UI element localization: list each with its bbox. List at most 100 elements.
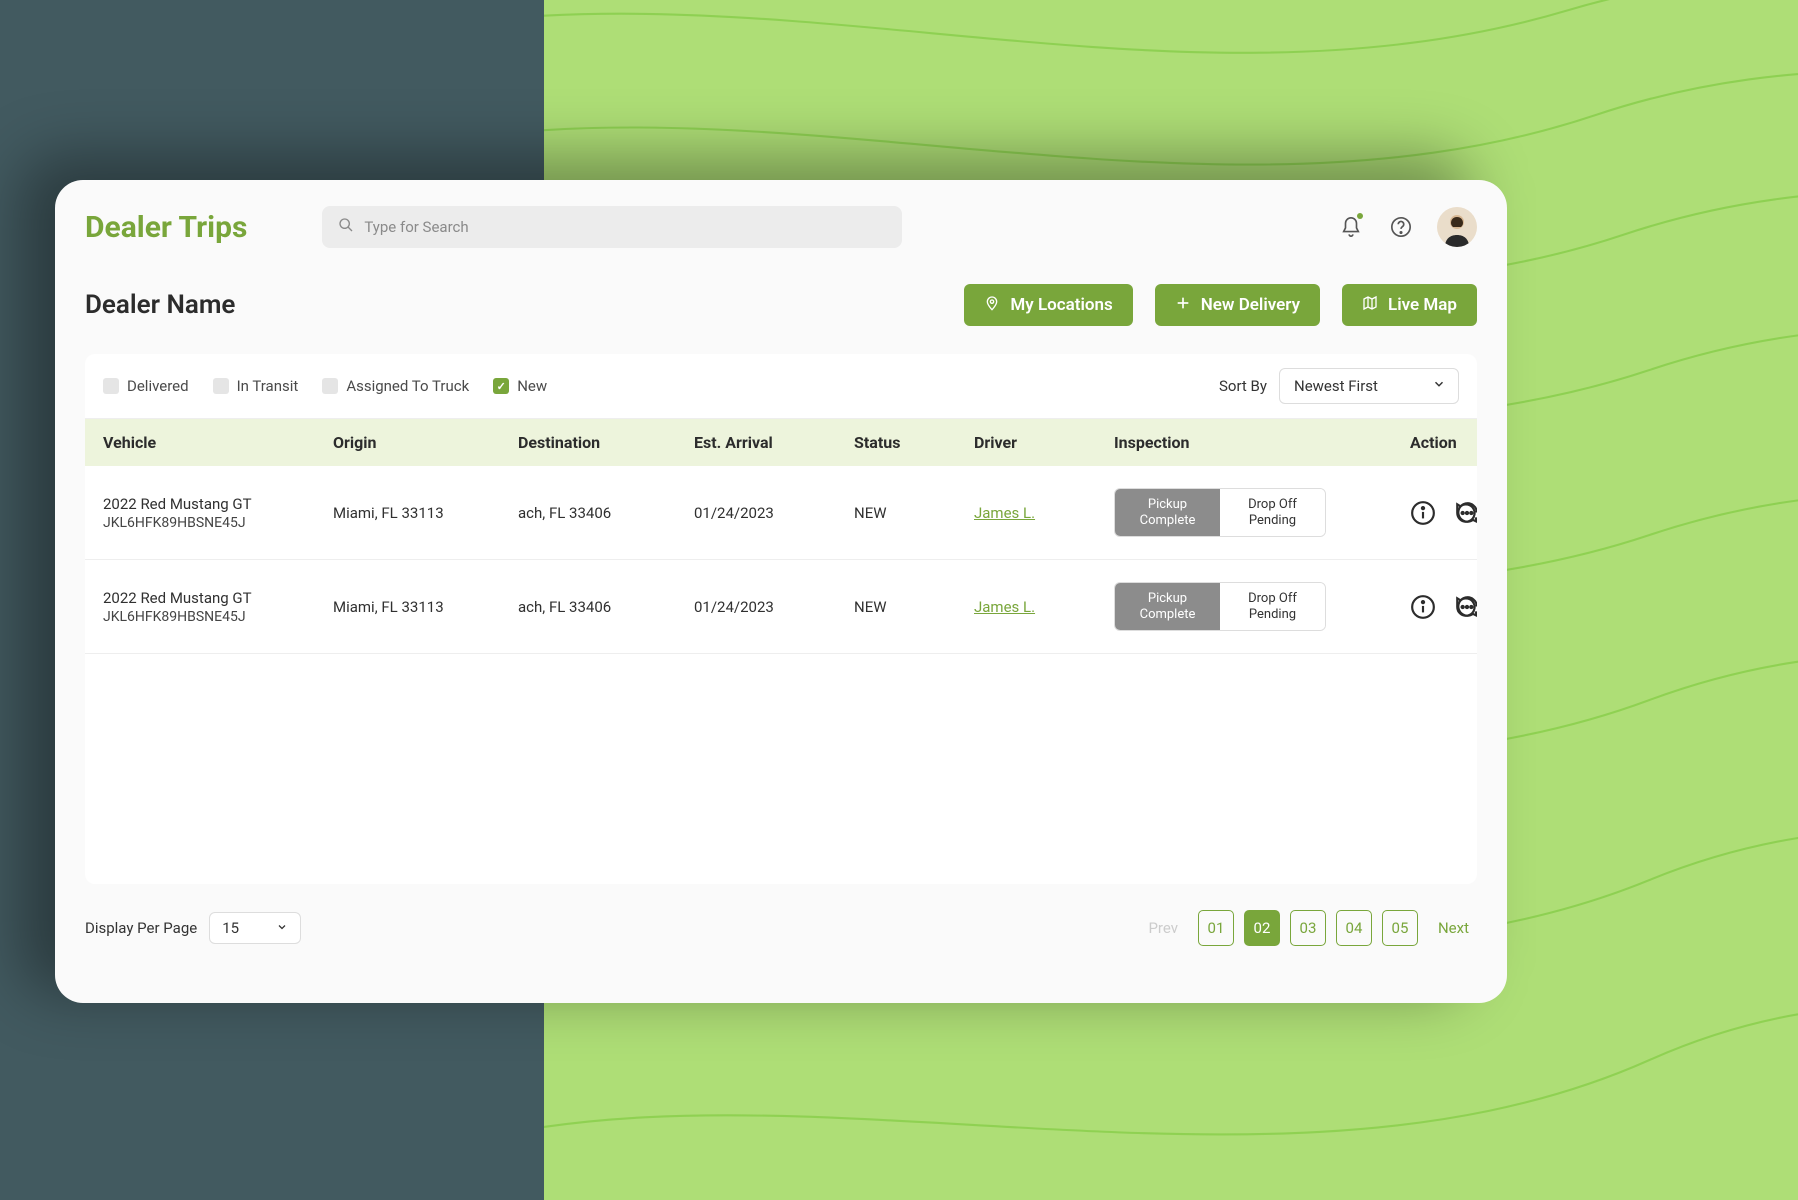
th-inspection: Inspection xyxy=(1114,433,1404,452)
pickup-pill[interactable]: PickupComplete xyxy=(1115,489,1220,536)
sort-by-label: Sort By xyxy=(1219,377,1267,395)
vehicle-vin: JKL6HFK89HBSNE45J xyxy=(103,609,333,625)
vehicle-name: 2022 Red Mustang GT xyxy=(103,495,333,513)
table-panel: Delivered In Transit Assigned To Truck N… xyxy=(85,354,1477,884)
cell-action xyxy=(1404,500,1477,526)
inspection-pills: PickupComplete Drop OffPending xyxy=(1114,488,1326,537)
notifications-icon[interactable] xyxy=(1337,213,1365,241)
action-buttons: My Locations New Delivery Live Map xyxy=(964,284,1477,326)
filter-assigned-label: Assigned To Truck xyxy=(346,377,469,395)
search-input[interactable] xyxy=(364,218,886,236)
chat-icon[interactable] xyxy=(1454,500,1477,526)
plus-icon xyxy=(1175,295,1191,316)
cell-vehicle: 2022 Red Mustang GT JKL6HFK89HBSNE45J xyxy=(103,589,333,625)
avatar[interactable] xyxy=(1437,207,1477,247)
page-number[interactable]: 04 xyxy=(1336,910,1372,946)
new-delivery-button[interactable]: New Delivery xyxy=(1155,284,1320,326)
live-map-label: Live Map xyxy=(1388,295,1457,315)
pickup-pill[interactable]: PickupComplete xyxy=(1115,583,1220,630)
next-button[interactable]: Next xyxy=(1430,919,1477,937)
filter-new[interactable]: New xyxy=(493,377,547,395)
pager: Prev 01 02 03 04 05 Next xyxy=(1140,910,1477,946)
vehicle-vin: JKL6HFK89HBSNE45J xyxy=(103,515,333,531)
search-icon xyxy=(338,217,354,237)
filter-assigned[interactable]: Assigned To Truck xyxy=(322,377,469,395)
info-icon[interactable] xyxy=(1410,500,1436,526)
page-bar: Dealer Name My Locations New Delivery Li… xyxy=(85,266,1477,354)
header-icons xyxy=(1337,207,1477,247)
map-icon xyxy=(1362,295,1378,316)
cell-driver: James L. xyxy=(974,504,1114,522)
app-card: Dealer Trips Dealer Name xyxy=(55,180,1507,1003)
th-destination: Destination xyxy=(518,433,694,452)
filter-checks: Delivered In Transit Assigned To Truck N… xyxy=(103,377,547,395)
per-page-label: Display Per Page xyxy=(85,919,197,937)
cell-arrival: 01/24/2023 xyxy=(694,598,854,616)
vehicle-name: 2022 Red Mustang GT xyxy=(103,589,333,607)
cell-action xyxy=(1404,594,1477,620)
cell-origin: Miami, FL 33113 xyxy=(333,598,518,616)
filter-delivered-label: Delivered xyxy=(127,377,189,395)
footer: Display Per Page 15 Prev 01 02 03 04 05 Next xyxy=(85,884,1477,946)
pin-icon xyxy=(984,295,1000,316)
filter-in-transit-label: In Transit xyxy=(237,377,299,395)
page-title: Dealer Name xyxy=(85,290,235,320)
filter-new-label: New xyxy=(517,377,547,395)
filter-in-transit[interactable]: In Transit xyxy=(213,377,299,395)
my-locations-label: My Locations xyxy=(1010,295,1112,315)
checkbox-icon xyxy=(213,378,229,394)
dropoff-pill[interactable]: Drop OffPending xyxy=(1220,489,1325,536)
page-number[interactable]: 01 xyxy=(1198,910,1234,946)
sort-select[interactable]: Newest First xyxy=(1279,368,1459,404)
cell-inspection: PickupComplete Drop OffPending xyxy=(1114,582,1404,631)
cell-arrival: 01/24/2023 xyxy=(694,504,854,522)
cell-destination: ach, FL 33406 xyxy=(518,504,694,522)
inspection-pills: PickupComplete Drop OffPending xyxy=(1114,582,1326,631)
per-page: Display Per Page 15 xyxy=(85,912,301,944)
help-icon[interactable] xyxy=(1387,213,1415,241)
cell-inspection: PickupComplete Drop OffPending xyxy=(1114,488,1404,537)
th-arrival: Est. Arrival xyxy=(694,433,854,452)
my-locations-button[interactable]: My Locations xyxy=(964,284,1132,326)
cell-status: NEW xyxy=(854,598,974,616)
th-origin: Origin xyxy=(333,433,518,452)
filter-delivered[interactable]: Delivered xyxy=(103,377,189,395)
th-status: Status xyxy=(854,433,974,452)
checkbox-icon xyxy=(103,378,119,394)
sort-selected: Newest First xyxy=(1294,377,1378,395)
page-number[interactable]: 03 xyxy=(1290,910,1326,946)
app-title: Dealer Trips xyxy=(85,210,247,245)
dropoff-pill[interactable]: Drop OffPending xyxy=(1220,583,1325,630)
driver-link[interactable]: James L. xyxy=(974,598,1035,616)
chat-icon[interactable] xyxy=(1454,594,1477,620)
live-map-button[interactable]: Live Map xyxy=(1342,284,1477,326)
filter-row: Delivered In Transit Assigned To Truck N… xyxy=(85,354,1477,419)
prev-button[interactable]: Prev xyxy=(1140,919,1186,937)
cell-origin: Miami, FL 33113 xyxy=(333,504,518,522)
per-page-select[interactable]: 15 xyxy=(209,912,301,944)
table-header: Vehicle Origin Destination Est. Arrival … xyxy=(85,419,1477,466)
th-driver: Driver xyxy=(974,433,1114,452)
per-page-value: 15 xyxy=(222,919,239,937)
cell-status: NEW xyxy=(854,504,974,522)
header-bar: Dealer Trips xyxy=(85,206,1477,266)
checkbox-icon xyxy=(322,378,338,394)
new-delivery-label: New Delivery xyxy=(1201,295,1300,315)
chevron-down-icon xyxy=(276,919,288,937)
info-icon[interactable] xyxy=(1410,594,1436,620)
th-vehicle: Vehicle xyxy=(103,433,333,452)
chevron-down-icon xyxy=(1432,377,1446,395)
page-number[interactable]: 05 xyxy=(1382,910,1418,946)
cell-driver: James L. xyxy=(974,598,1114,616)
page-number[interactable]: 02 xyxy=(1244,910,1280,946)
search-box[interactable] xyxy=(322,206,902,248)
cell-vehicle: 2022 Red Mustang GT JKL6HFK89HBSNE45J xyxy=(103,495,333,531)
table-body: 2022 Red Mustang GT JKL6HFK89HBSNE45J Mi… xyxy=(85,466,1477,654)
table-row: 2022 Red Mustang GT JKL6HFK89HBSNE45J Mi… xyxy=(85,466,1477,560)
th-action: Action xyxy=(1404,433,1459,452)
checkbox-icon xyxy=(493,378,509,394)
table-row: 2022 Red Mustang GT JKL6HFK89HBSNE45J Mi… xyxy=(85,560,1477,654)
driver-link[interactable]: James L. xyxy=(974,504,1035,522)
notification-dot-icon xyxy=(1357,213,1363,219)
cell-destination: ach, FL 33406 xyxy=(518,598,694,616)
